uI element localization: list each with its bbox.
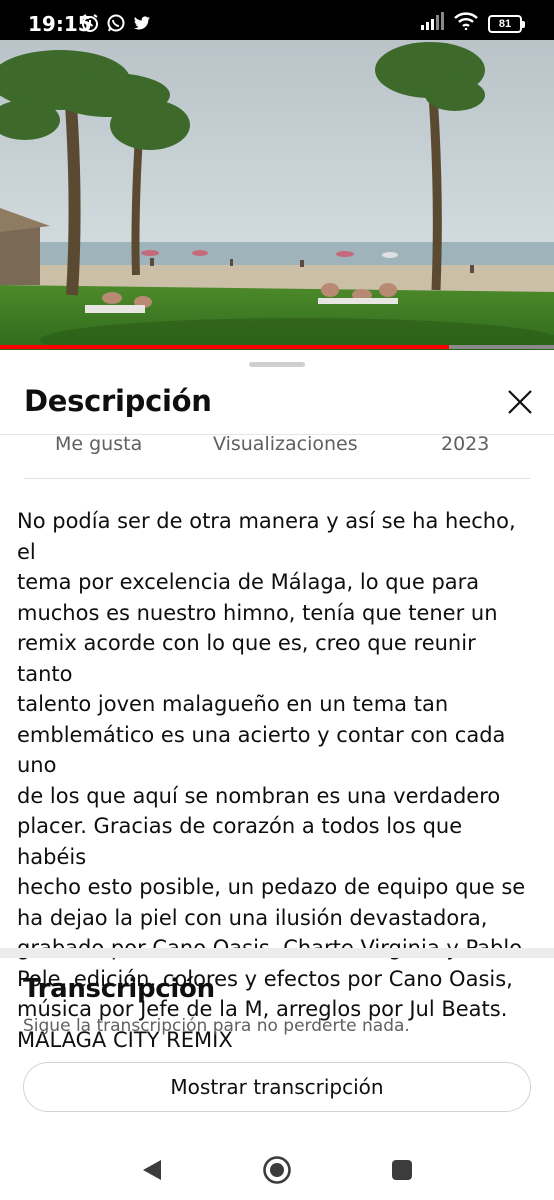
transcript-subtitle: Sigue la transcripción para no perderte … [23,1016,410,1036]
home-icon [263,1156,291,1184]
views-label: Visualizaciones [213,433,358,455]
year-label: 2023 [441,433,490,455]
description-sheet: Descripción Me gusta Visualizaciones 202… [0,350,554,1200]
section-divider [0,948,554,958]
drag-handle[interactable] [249,362,305,367]
video-progress-fill [0,345,449,349]
navigation-bar [0,1140,554,1200]
whatsapp-icon [106,13,126,38]
show-transcript-button[interactable]: Mostrar transcripción [23,1062,531,1112]
alarm-icon [80,13,100,38]
notification-icons [80,13,152,38]
back-icon [143,1160,161,1180]
stats-divider [24,478,530,479]
video-frame [0,40,554,350]
description-text: No podía ser de otra manera y así se ha … [17,509,526,1052]
video-progress-bar[interactable] [0,345,554,349]
home-button[interactable] [257,1150,297,1190]
system-icons: 81 [420,12,525,35]
recents-button[interactable] [382,1150,422,1190]
signal-icon [420,12,444,35]
wifi-icon [454,12,478,35]
video-player[interactable] [0,40,554,350]
battery-icon: 81 [488,14,525,33]
sheet-title: Descripción [24,384,212,418]
battery-level: 81 [498,17,512,30]
close-icon [508,390,532,414]
close-button[interactable] [500,382,540,422]
transcript-title: Transcripción [23,974,215,1004]
likes-label: Me gusta [55,433,143,455]
twitter-icon [132,13,152,38]
recents-icon [392,1160,412,1180]
back-button[interactable] [132,1150,172,1190]
stats-row: Me gusta Visualizaciones 2023 [0,433,554,463]
